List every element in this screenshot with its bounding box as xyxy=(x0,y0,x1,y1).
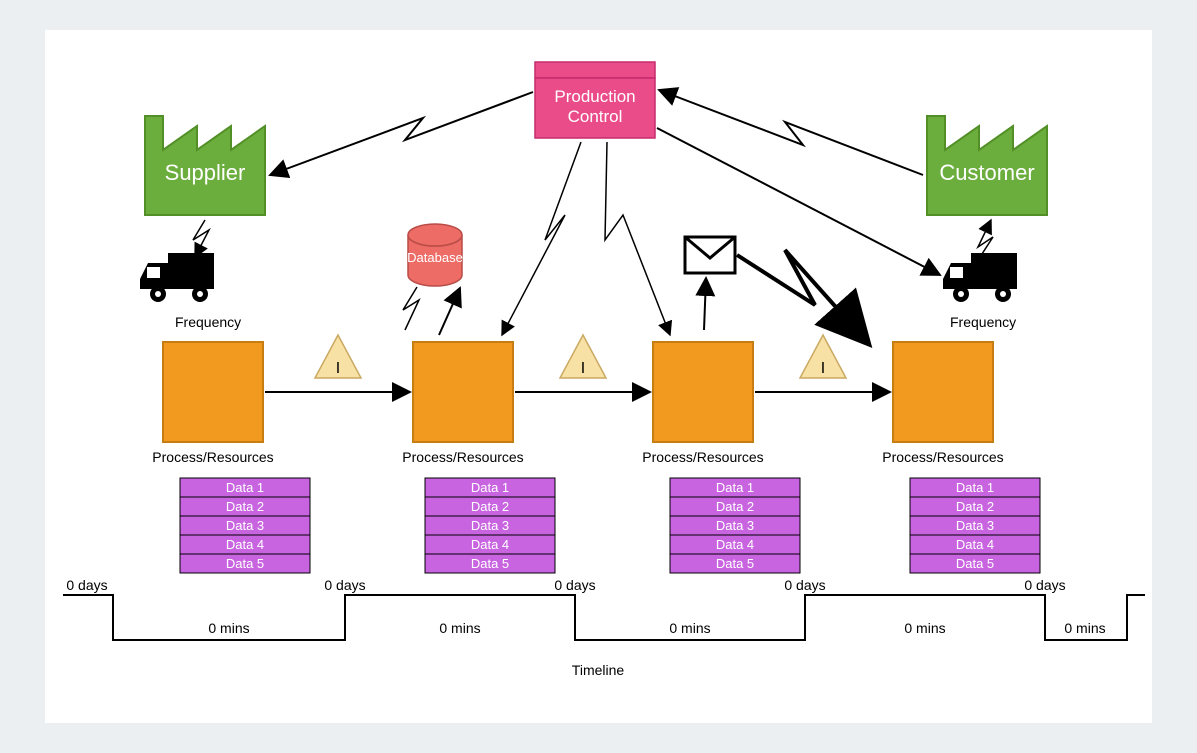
svg-text:Data 4: Data 4 xyxy=(471,537,509,552)
svg-text:Data 5: Data 5 xyxy=(226,556,264,571)
timeline-label: Timeline xyxy=(572,662,625,678)
truck-customer[interactable] xyxy=(943,253,1017,302)
process-2-label: Process/Resources xyxy=(402,449,523,465)
production-control-label: Production xyxy=(554,87,635,106)
svg-text:Data 1: Data 1 xyxy=(226,480,264,495)
production-control[interactable]: Production Control xyxy=(535,62,655,138)
svg-text:Data 1: Data 1 xyxy=(716,480,754,495)
process-4[interactable] xyxy=(893,342,993,442)
svg-text:Data 1: Data 1 xyxy=(956,480,994,495)
tl-days-1: 0 days xyxy=(324,577,365,593)
tl-days-0: 0 days xyxy=(66,577,107,593)
svg-text:Data 2: Data 2 xyxy=(716,499,754,514)
inventory-1[interactable]: I xyxy=(315,335,361,378)
arrow-to-email xyxy=(704,278,706,330)
database-label: Database xyxy=(407,250,463,265)
tl-mins-2: 0 mins xyxy=(669,620,710,636)
supplier-label: Supplier xyxy=(165,160,246,185)
arrow-to-database xyxy=(439,288,460,335)
frequency-label-left: Frequency xyxy=(175,314,241,330)
svg-text:Data 3: Data 3 xyxy=(471,518,509,533)
svg-text:Data 4: Data 4 xyxy=(226,537,264,552)
process-2[interactable] xyxy=(413,342,513,442)
electronic-flow-from-customer xyxy=(659,90,923,175)
database-shape[interactable]: Database xyxy=(407,224,463,286)
data-table-4[interactable]: Data 1 Data 2 Data 3 Data 4 Data 5 xyxy=(910,478,1040,573)
tl-mins-0: 0 mins xyxy=(208,620,249,636)
inventory-3[interactable]: I xyxy=(800,335,846,378)
diagram-canvas: Production Control Supplier Customer Fre… xyxy=(45,30,1152,723)
zig-supplier-truck xyxy=(193,220,209,257)
svg-text:Control: Control xyxy=(568,107,623,126)
tl-days-3: 0 days xyxy=(784,577,825,593)
tl-mins-4: 0 mins xyxy=(1064,620,1105,636)
tl-mins-3: 0 mins xyxy=(904,620,945,636)
customer-label: Customer xyxy=(939,160,1034,185)
customer-shape[interactable]: Customer xyxy=(927,116,1047,215)
svg-text:Data 3: Data 3 xyxy=(716,518,754,533)
svg-text:Data 5: Data 5 xyxy=(716,556,754,571)
truck-supplier[interactable] xyxy=(140,253,214,302)
frequency-label-right: Frequency xyxy=(950,314,1016,330)
svg-text:Data 5: Data 5 xyxy=(471,556,509,571)
process-3-label: Process/Resources xyxy=(642,449,763,465)
bold-flow-from-email xyxy=(737,250,867,342)
zig-database xyxy=(403,287,419,330)
tl-mins-1: 0 mins xyxy=(439,620,480,636)
svg-text:Data 4: Data 4 xyxy=(956,537,994,552)
data-table-3[interactable]: Data 1 Data 2 Data 3 Data 4 Data 5 xyxy=(670,478,800,573)
svg-text:I: I xyxy=(336,360,340,377)
data-table-1[interactable]: Data 1 Data 2 Data 3 Data 4 Data 5 xyxy=(180,478,310,573)
process-4-label: Process/Resources xyxy=(882,449,1003,465)
zig-customer-truck xyxy=(978,220,993,257)
svg-text:I: I xyxy=(821,360,825,377)
svg-text:Data 1: Data 1 xyxy=(471,480,509,495)
process-1-label: Process/Resources xyxy=(152,449,273,465)
svg-text:Data 4: Data 4 xyxy=(716,537,754,552)
electronic-flow-to-supplier xyxy=(270,92,533,175)
data-table-2[interactable]: Data 1 Data 2 Data 3 Data 4 Data 5 xyxy=(425,478,555,573)
tl-days-2: 0 days xyxy=(554,577,595,593)
supplier-shape[interactable]: Supplier xyxy=(145,116,265,215)
zig-pc-p3 xyxy=(605,142,670,335)
tl-days-4: 0 days xyxy=(1024,577,1065,593)
process-3[interactable] xyxy=(653,342,753,442)
zig-pc-p2 xyxy=(502,142,581,335)
svg-text:Data 3: Data 3 xyxy=(226,518,264,533)
svg-text:Data 2: Data 2 xyxy=(956,499,994,514)
process-1[interactable] xyxy=(163,342,263,442)
svg-text:Data 5: Data 5 xyxy=(956,556,994,571)
svg-text:Data 2: Data 2 xyxy=(471,499,509,514)
svg-text:I: I xyxy=(581,360,585,377)
inventory-2[interactable]: I xyxy=(560,335,606,378)
svg-text:Data 2: Data 2 xyxy=(226,499,264,514)
email-icon[interactable] xyxy=(685,237,735,273)
svg-text:Data 3: Data 3 xyxy=(956,518,994,533)
